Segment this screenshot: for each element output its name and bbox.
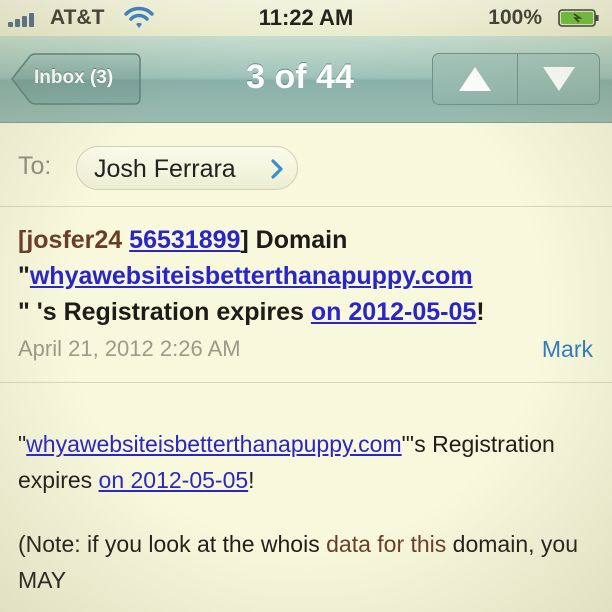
chevron-right-icon [271,159,283,179]
header-divider [0,206,612,207]
battery-icon [558,9,600,27]
mark-button[interactable]: Mark [542,336,593,363]
subject-text: " 's Registration expires [18,298,311,326]
subject-link-ticket[interactable]: 56531899 [129,226,240,254]
body-paragraph: "whyawebsiteisbetterthanapuppy.com"'s Re… [18,426,603,498]
body-text: " [18,431,27,457]
message-navigation-control [432,53,600,105]
message-position-title: 3 of 44 [246,58,354,96]
body-divider [0,382,612,383]
date-row: April 21, 2012 2:26 AM Mark [18,336,593,366]
subject-link-date[interactable]: on 2012-05-05 [311,298,476,326]
body-text: data for this [326,531,447,557]
inbox-back-label: Inbox (3) [34,67,114,88]
recipient-chip[interactable]: Josh Ferrara [76,146,298,190]
navigation-bar: Inbox (3) 3 of 44 [0,36,612,123]
message-date: April 21, 2012 2:26 AM [18,336,241,361]
recipient-row: To: Josh Ferrara [18,146,598,190]
arrow-down-icon [543,67,575,91]
body-text: (Note: if you look at the whois [18,531,327,557]
body-text: ! [248,467,255,493]
body-link-date[interactable]: on 2012-05-05 [99,467,249,493]
previous-message-button[interactable] [433,54,518,104]
recipient-name: Josh Ferrara [94,155,236,183]
subject-link-domain[interactable]: whyawebsiteisbetterthanapuppy.com [30,262,473,290]
body-link-domain[interactable]: whyawebsiteisbetterthanapuppy.com [26,431,401,457]
subject-text: [josfer24 [18,226,130,254]
battery-percent: 100% [488,6,542,29]
inbox-back-button[interactable]: Inbox (3) [10,53,141,105]
body-paragraph: (Note: if you look at the whois data for… [18,526,603,598]
next-message-button[interactable] [517,54,601,104]
message-body: "whyawebsiteisbetterthanapuppy.com"'s Re… [18,426,603,612]
arrow-up-icon [459,67,491,91]
status-bar: AT&T 11:22 AM 100% [0,0,612,36]
to-label: To: [18,152,52,180]
message-subject: [josfer24 56531899] Domain "whyawebsitei… [18,222,603,330]
subject-text: ! [476,298,485,326]
